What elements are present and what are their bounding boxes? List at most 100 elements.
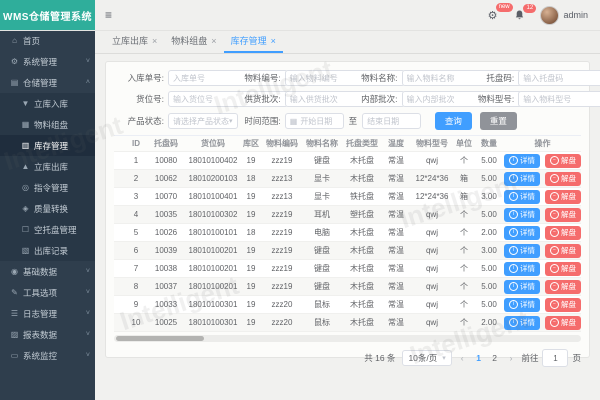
filter-label: 托盘码: bbox=[464, 72, 518, 84]
gear-button[interactable]: ⚙new bbox=[488, 9, 498, 22]
sidebar-item[interactable]: ◉基础数据˅ bbox=[0, 261, 95, 282]
table-cell: 18010100301 bbox=[186, 318, 240, 327]
table-cell: 19 bbox=[240, 192, 262, 201]
filter-field: 托盘码: bbox=[464, 70, 581, 86]
goto-page-input[interactable] bbox=[542, 349, 568, 367]
detail-button[interactable]: i详情 bbox=[504, 298, 540, 312]
minus-icon: − bbox=[550, 264, 559, 273]
sidebar-item-label: 仓储管理 bbox=[23, 77, 57, 89]
sidebar: ⌂首页⚙系统管理˅▤仓储管理˄▼立库入库▦物料组盘▥库存管理▲立库出库◎指令管理… bbox=[0, 30, 95, 400]
record-icon: ▧ bbox=[20, 246, 31, 255]
sidebar-subitem[interactable]: ◈质量转换 bbox=[0, 198, 95, 219]
avatar[interactable] bbox=[540, 6, 559, 25]
table-cell: 5.00 bbox=[474, 174, 504, 183]
unbind-button[interactable]: −解盘 bbox=[545, 190, 581, 204]
filter-field: 货位号: bbox=[114, 91, 231, 107]
sidebar-item[interactable]: ▭系统监控˅ bbox=[0, 345, 95, 366]
table-cell: zzz19 bbox=[262, 246, 302, 255]
sidebar-item[interactable]: ⌂首页 bbox=[0, 30, 95, 51]
table-cell: 铁托盘 bbox=[342, 191, 382, 202]
sidebar-subitem[interactable]: ◎指令管理 bbox=[0, 177, 95, 198]
detail-button[interactable]: i详情 bbox=[504, 226, 540, 240]
detail-button[interactable]: i详情 bbox=[504, 244, 540, 258]
detail-button[interactable]: i详情 bbox=[504, 262, 540, 276]
table-cell: 3 bbox=[126, 192, 146, 201]
sidebar-item[interactable]: ✎工具选项˅ bbox=[0, 282, 95, 303]
prev-page-button[interactable]: ‹ bbox=[459, 353, 466, 363]
sidebar-item[interactable]: ▨报表数据˅ bbox=[0, 324, 95, 345]
close-icon[interactable]: × bbox=[152, 36, 157, 46]
sidebar-subitem[interactable]: ▧出库记录 bbox=[0, 240, 95, 261]
goto-label: 前往 bbox=[521, 352, 538, 364]
unbind-button[interactable]: −解盘 bbox=[545, 262, 581, 276]
table-cell: 12*24*36 bbox=[410, 192, 454, 201]
filter-input[interactable] bbox=[518, 91, 600, 107]
reset-button[interactable]: 重置 bbox=[480, 112, 517, 130]
sidebar-subitem[interactable]: ▲立库出库 bbox=[0, 156, 95, 177]
sidebar-subitem[interactable]: ▥库存管理 bbox=[0, 135, 95, 156]
end-date-input[interactable]: 结束日期 bbox=[362, 113, 421, 129]
filter-input[interactable] bbox=[518, 70, 600, 86]
table-cell: 5.00 bbox=[474, 210, 504, 219]
table-cell: 18010100401 bbox=[186, 192, 240, 201]
table-cell: 10033 bbox=[146, 300, 186, 309]
detail-button[interactable]: i详情 bbox=[504, 316, 540, 330]
hamburger-icon[interactable]: ≡ bbox=[105, 8, 112, 22]
sidebar-subitem[interactable]: ▼立库入库 bbox=[0, 93, 95, 114]
close-icon[interactable]: × bbox=[271, 36, 276, 46]
unbind-button-label: 解盘 bbox=[561, 155, 576, 166]
tab-item[interactable]: 库存管理× bbox=[224, 30, 283, 53]
unbind-button[interactable]: −解盘 bbox=[545, 172, 581, 186]
detail-button[interactable]: i详情 bbox=[504, 208, 540, 222]
pallet-group-icon: ▦ bbox=[20, 120, 31, 129]
detail-button-label: 详情 bbox=[520, 263, 535, 274]
search-button[interactable]: 查询 bbox=[435, 112, 472, 130]
table-cell: 常温 bbox=[382, 263, 410, 274]
table-cell: 个 bbox=[454, 155, 474, 166]
product-status-placeholder: 请选择产品状态 bbox=[173, 116, 229, 127]
detail-button[interactable]: i详情 bbox=[504, 172, 540, 186]
tab-item[interactable]: 立库出库× bbox=[105, 30, 164, 53]
unbind-button[interactable]: −解盘 bbox=[545, 298, 581, 312]
product-status-select[interactable]: 请选择产品状态 ▾ bbox=[168, 113, 238, 129]
unbind-button[interactable]: −解盘 bbox=[545, 316, 581, 330]
horizontal-scrollbar[interactable] bbox=[114, 335, 581, 342]
tab-item[interactable]: 物料组盘× bbox=[164, 30, 223, 53]
page-number[interactable]: 2 bbox=[489, 353, 501, 363]
sidebar-subitem[interactable]: ☐空托盘管理 bbox=[0, 219, 95, 240]
table-cell: 显卡 bbox=[302, 191, 342, 202]
start-date-placeholder: 开始日期 bbox=[300, 116, 338, 127]
sidebar-subitem[interactable]: ▦物料组盘 bbox=[0, 114, 95, 135]
table-cell: qwj bbox=[410, 318, 454, 327]
table-cell: 常温 bbox=[382, 281, 410, 292]
page-size-select[interactable]: 10条/页 ▾ bbox=[402, 350, 451, 366]
table-cell: 个 bbox=[454, 263, 474, 274]
info-icon: i bbox=[509, 282, 518, 291]
page-number[interactable]: 1 bbox=[473, 353, 485, 363]
sidebar-item-label: 出库记录 bbox=[34, 245, 68, 257]
column-header: 库区 bbox=[240, 138, 262, 149]
sidebar-item[interactable]: ☰日志管理˅ bbox=[0, 303, 95, 324]
time-range-field: 时间范围: ▦ 开始日期 至 结束日期 bbox=[231, 113, 427, 129]
info-icon: i bbox=[509, 318, 518, 327]
unbind-button[interactable]: −解盘 bbox=[545, 208, 581, 222]
bell-button[interactable]: 12 bbox=[515, 10, 524, 20]
info-icon: i bbox=[509, 246, 518, 255]
minus-icon: − bbox=[550, 174, 559, 183]
detail-button[interactable]: i详情 bbox=[504, 190, 540, 204]
unbind-button[interactable]: −解盘 bbox=[545, 154, 581, 168]
detail-button[interactable]: i详情 bbox=[504, 280, 540, 294]
scrollbar-thumb[interactable] bbox=[116, 336, 204, 341]
info-icon: i bbox=[509, 156, 518, 165]
next-page-button[interactable]: › bbox=[508, 353, 515, 363]
sidebar-item[interactable]: ▤仓储管理˄ bbox=[0, 72, 95, 93]
start-date-input[interactable]: ▦ 开始日期 bbox=[285, 113, 344, 129]
unbind-button[interactable]: −解盘 bbox=[545, 226, 581, 240]
detail-button[interactable]: i详情 bbox=[504, 154, 540, 168]
minus-icon: − bbox=[550, 282, 559, 291]
close-icon[interactable]: × bbox=[211, 36, 216, 46]
column-header: 物料编码 bbox=[262, 138, 302, 149]
sidebar-item[interactable]: ⚙系统管理˅ bbox=[0, 51, 95, 72]
unbind-button[interactable]: −解盘 bbox=[545, 280, 581, 294]
unbind-button[interactable]: −解盘 bbox=[545, 244, 581, 258]
